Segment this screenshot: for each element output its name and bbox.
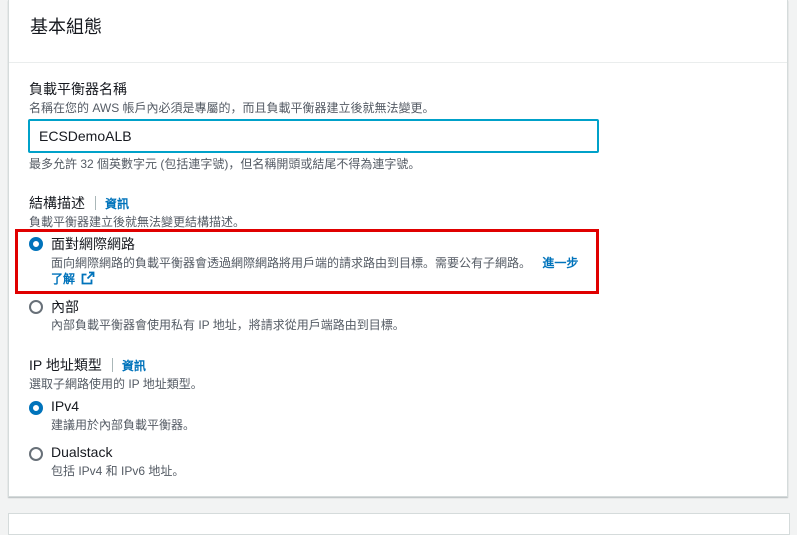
lb-name-input[interactable]: [28, 119, 599, 153]
ipv4-label[interactable]: IPv4: [51, 398, 79, 414]
radio-internal[interactable]: [29, 299, 43, 314]
scheme-label: 結構描述: [29, 195, 85, 211]
lb-name-hint: 最多允許 32 個英數字元 (包括連字號)，但名稱開頭或結尾不得為連字號。: [29, 157, 421, 171]
ipv4-description: 建議用於內部負載平衡器。: [51, 418, 196, 432]
dualstack-description: 包括 IPv4 和 IPv6 地址。: [51, 464, 185, 478]
next-panel-edge: [8, 513, 790, 535]
radio-dualstack[interactable]: [29, 446, 43, 461]
radio-button-unselected[interactable]: [29, 300, 43, 314]
info-divider: [95, 196, 96, 210]
lb-name-description: 名稱在您的 AWS 帳戶內必須是專屬的，而且負載平衡器建立後就無法變更。: [29, 101, 435, 115]
radio-ipv4[interactable]: [29, 400, 43, 415]
info-divider: [111, 358, 113, 372]
section-title: 基本組態: [30, 17, 102, 37]
ip-type-info-link[interactable]: 資訊: [122, 357, 146, 374]
ip-type-description: 選取子網路使用的 IP 地址類型。: [29, 377, 203, 391]
lb-name-label: 負載平衡器名稱: [29, 81, 127, 97]
internal-description: 內部負載平衡器會使用私有 IP 地址，將請求從用戶端路由到目標。: [51, 318, 405, 332]
scheme-header: 結構描述 資訊: [29, 193, 129, 213]
highlight-annotation-box: [15, 229, 599, 294]
scheme-description: 負載平衡器建立後就無法變更結構描述。: [29, 215, 246, 229]
radio-button-unselected[interactable]: [29, 447, 43, 461]
ip-type-header: IP 地址類型 資訊: [29, 355, 146, 375]
scheme-info-link[interactable]: 資訊: [105, 195, 129, 212]
panel-header: 基本組態: [9, 0, 787, 63]
radio-button-selected[interactable]: [29, 401, 43, 415]
ip-type-label: IP 地址類型: [29, 357, 102, 373]
dualstack-label[interactable]: Dualstack: [51, 444, 112, 460]
internal-label[interactable]: 內部: [51, 297, 79, 317]
